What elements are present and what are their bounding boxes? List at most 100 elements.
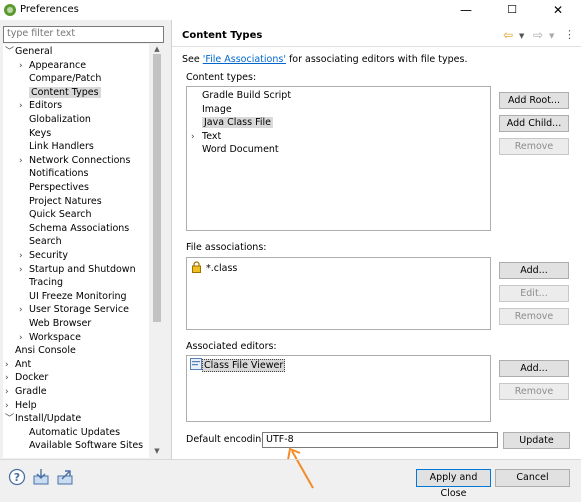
tree-item[interactable]: Project Natures bbox=[19, 195, 102, 208]
tree-item[interactable]: › Security bbox=[19, 249, 68, 262]
tree-item[interactable]: Schema Associations bbox=[19, 222, 129, 235]
tree-item[interactable]: Automatic Updates bbox=[19, 426, 120, 439]
chevron-right-icon[interactable]: › bbox=[19, 304, 29, 317]
tree-item[interactable]: › User Storage Service bbox=[19, 303, 129, 316]
chevron-right-icon[interactable]: › bbox=[5, 372, 15, 385]
file-associations-label: File associations: bbox=[186, 242, 267, 253]
tree-item[interactable]: Globalization bbox=[19, 113, 91, 126]
tree-item[interactable]: › Ant bbox=[5, 358, 31, 371]
window-title: Preferences bbox=[20, 4, 79, 15]
tree-item[interactable]: UI Freeze Monitoring bbox=[19, 290, 127, 303]
content-type-label: Image bbox=[202, 103, 232, 115]
associated-editor-label: Class File Viewer bbox=[202, 359, 286, 372]
tree-item[interactable]: Notifications bbox=[19, 167, 88, 180]
content-type-item[interactable]: Gradle Build Script bbox=[191, 89, 291, 102]
content-type-item[interactable]: › Text bbox=[191, 130, 221, 143]
remove-content-type-button[interactable]: Remove bbox=[499, 138, 569, 155]
content-type-item[interactable]: Java Class File bbox=[191, 116, 273, 129]
add-child-button[interactable]: Add Child... bbox=[499, 115, 569, 132]
tree-item[interactable]: Tracing bbox=[19, 276, 63, 289]
add-file-association-button[interactable]: Add... bbox=[499, 262, 569, 279]
maximize-button[interactable]: ☐ bbox=[489, 0, 535, 20]
tree-item[interactable]: ﹀Install/Update bbox=[5, 412, 81, 425]
chevron-right-icon[interactable]: › bbox=[19, 250, 29, 263]
tree-item[interactable]: Web Browser bbox=[19, 317, 91, 330]
add-editor-button[interactable]: Add... bbox=[499, 360, 569, 377]
eclipse-app-icon bbox=[4, 4, 16, 16]
add-root-button[interactable]: Add Root... bbox=[499, 92, 569, 109]
tree-item[interactable]: Link Handlers bbox=[19, 140, 94, 153]
preferences-tree[interactable]: ﹀General › Appearance Compare/Patch Content … bbox=[3, 44, 149, 458]
desc-suffix: for associating editors with file types. bbox=[285, 54, 468, 65]
edit-file-association-button[interactable]: Edit... bbox=[499, 285, 569, 302]
tree-item[interactable]: › Network Connections bbox=[19, 154, 130, 167]
filter-field[interactable] bbox=[3, 26, 164, 43]
file-associations-list[interactable]: *.class bbox=[186, 257, 491, 330]
tree-item[interactable]: › Editors bbox=[19, 99, 62, 112]
cancel-button[interactable]: Cancel bbox=[495, 469, 570, 487]
help-icon[interactable]: ? bbox=[8, 468, 26, 486]
close-button[interactable]: ✕ bbox=[535, 0, 581, 20]
filter-input[interactable] bbox=[4, 27, 160, 40]
tree-item[interactable]: Content Types bbox=[19, 86, 101, 99]
chevron-right-icon[interactable]: › bbox=[5, 400, 15, 413]
back-icon[interactable]: ⇦ bbox=[503, 28, 513, 42]
tree-item[interactable]: Ansi Console bbox=[5, 344, 76, 357]
page-description: See 'File Associations' for associating … bbox=[182, 54, 467, 65]
associated-editor-item[interactable]: Class File Viewer bbox=[190, 358, 286, 372]
tree-item-label: Schema Associations bbox=[29, 222, 130, 234]
content-type-item[interactable]: Word Document bbox=[191, 143, 279, 156]
tree-item[interactable]: ﹀General bbox=[5, 45, 52, 58]
forward-menu-chevron-icon[interactable]: ▼ bbox=[549, 32, 554, 40]
associated-editors-label: Associated editors: bbox=[186, 341, 277, 352]
tree-item[interactable]: › Gradle bbox=[5, 385, 47, 398]
chevron-right-icon[interactable]: › bbox=[191, 131, 202, 144]
view-menu-icon[interactable]: ⋮ bbox=[564, 28, 575, 41]
associated-editors-list[interactable]: Class File Viewer bbox=[186, 355, 491, 422]
content-type-item[interactable]: Image bbox=[191, 103, 232, 116]
tree-item[interactable]: › Help bbox=[5, 399, 37, 412]
tree-item[interactable]: › Docker bbox=[5, 371, 48, 384]
tree-scrollbar-thumb[interactable] bbox=[153, 54, 161, 322]
tree-item[interactable]: Search bbox=[19, 235, 62, 248]
chevron-down-icon[interactable]: ﹀ bbox=[5, 413, 15, 426]
tree-item[interactable]: › Appearance bbox=[19, 59, 86, 72]
content-type-label: Word Document bbox=[202, 144, 279, 155]
content-types-tree[interactable]: Gradle Build Script Image Java Class File ›… bbox=[186, 86, 491, 231]
tree-item[interactable]: Quick Search bbox=[19, 208, 92, 221]
tree-item[interactable]: › Startup and Shutdown bbox=[19, 263, 136, 276]
update-button[interactable]: Update bbox=[503, 432, 570, 449]
chevron-right-icon[interactable]: › bbox=[19, 60, 29, 73]
tree-item[interactable]: Perspectives bbox=[19, 181, 89, 194]
chevron-right-icon[interactable]: › bbox=[19, 332, 29, 345]
remove-editor-button[interactable]: Remove bbox=[499, 383, 569, 400]
remove-file-association-button[interactable]: Remove bbox=[499, 308, 569, 325]
tree-item[interactable]: Compare/Patch bbox=[19, 72, 101, 85]
chevron-right-icon[interactable]: › bbox=[5, 359, 15, 372]
chevron-right-icon[interactable]: › bbox=[19, 100, 29, 113]
tree-item[interactable]: Available Software Sites bbox=[19, 439, 143, 452]
tree-item-label: Help bbox=[15, 399, 37, 411]
page-title: Content Types bbox=[182, 30, 263, 41]
default-encoding-input[interactable] bbox=[263, 433, 497, 445]
apply-and-close-button[interactable]: Apply and Close bbox=[416, 469, 491, 499]
chevron-down-icon[interactable]: ﹀ bbox=[5, 46, 15, 59]
header-divider bbox=[172, 46, 581, 47]
scroll-down-icon[interactable]: ▼ bbox=[151, 446, 163, 456]
file-association-item[interactable]: *.class bbox=[191, 261, 237, 274]
minimize-button[interactable]: — bbox=[443, 0, 489, 20]
chevron-right-icon[interactable]: › bbox=[5, 386, 15, 399]
tree-item-label: Tracing bbox=[29, 277, 64, 289]
chevron-right-icon[interactable]: › bbox=[19, 155, 29, 168]
export-icon[interactable] bbox=[56, 468, 74, 486]
back-menu-chevron-icon[interactable]: ▼ bbox=[519, 32, 524, 40]
scroll-up-icon[interactable]: ▲ bbox=[151, 44, 163, 54]
tree-item[interactable]: Keys bbox=[19, 127, 51, 140]
chevron-right-icon[interactable]: › bbox=[19, 264, 29, 277]
tree-item-label: Appearance bbox=[29, 59, 87, 71]
file-associations-link[interactable]: 'File Associations' bbox=[203, 54, 286, 65]
forward-icon[interactable]: ⇨ bbox=[533, 28, 543, 42]
tree-item[interactable]: › Workspace bbox=[19, 331, 81, 344]
import-icon[interactable] bbox=[32, 468, 50, 486]
tree-item-label: Automatic Updates bbox=[29, 426, 121, 438]
